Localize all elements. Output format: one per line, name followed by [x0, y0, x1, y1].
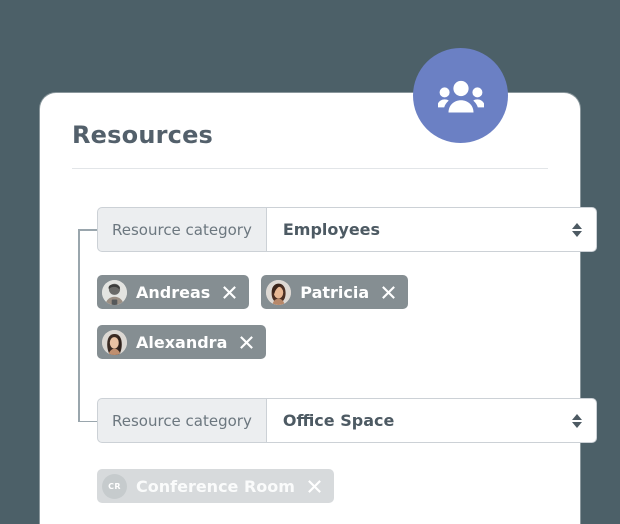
chevron-up-down-icon	[571, 222, 582, 237]
close-icon[interactable]	[221, 284, 238, 301]
close-icon[interactable]	[238, 334, 255, 351]
tag-label: Patricia	[300, 282, 370, 302]
resource-category-select-office-space[interactable]: Office Space	[265, 398, 597, 443]
initials-avatar: CR	[102, 473, 127, 499]
close-icon[interactable]	[380, 284, 397, 301]
photo-avatar-male	[102, 279, 127, 305]
resource-category-group-employees: Resource category Employees	[97, 207, 597, 252]
photo-avatar-female	[266, 279, 292, 305]
resource-category-label: Resource category	[97, 398, 266, 443]
tag-patricia[interactable]: Patricia	[261, 275, 409, 309]
photo-avatar-female	[102, 329, 127, 355]
resource-category-value: Office Space	[282, 411, 395, 430]
close-icon[interactable]	[306, 478, 323, 495]
tag-conference-room[interactable]: CR Conference Room	[97, 469, 334, 503]
office-space-tag-row: CR Conference Room	[97, 469, 334, 503]
page-title: Resources	[72, 121, 214, 149]
header-divider	[72, 168, 548, 169]
tag-label: Conference Room	[136, 476, 295, 496]
resource-category-select-employees[interactable]: Employees	[265, 207, 597, 252]
resource-category-label: Resource category	[97, 207, 266, 252]
screen: Resources Resource category Employees An…	[0, 0, 620, 524]
chevron-up-down-icon	[571, 413, 582, 428]
resource-category-group-office-space: Resource category Office Space	[97, 398, 597, 443]
resource-category-value: Employees	[282, 220, 381, 239]
connector-vertical	[78, 229, 80, 422]
avatar-initials: CR	[108, 481, 121, 491]
tag-label: Andreas	[136, 282, 211, 302]
tag-andreas[interactable]: Andreas	[97, 275, 250, 309]
tag-label: Alexandra	[136, 332, 228, 352]
people-group-icon	[413, 48, 508, 143]
employee-tag-row-1: Andreas Patricia	[97, 275, 409, 309]
tag-alexandra[interactable]: Alexandra	[97, 325, 267, 359]
employee-tag-row-2: Alexandra	[97, 325, 267, 359]
